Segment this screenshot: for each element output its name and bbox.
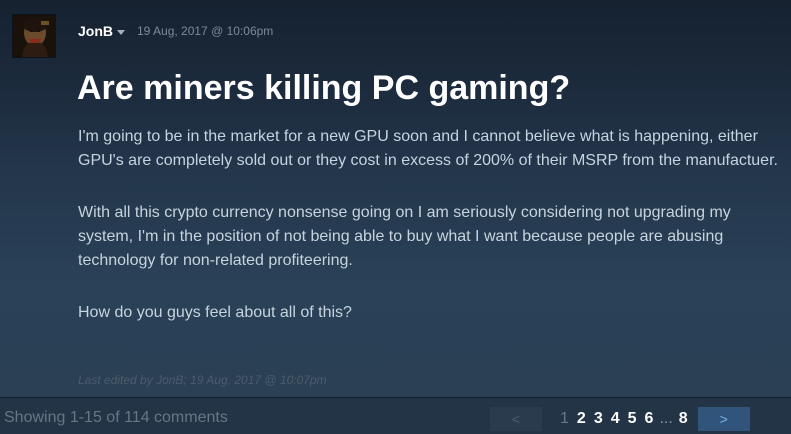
author-name[interactable]: JonB <box>78 23 113 39</box>
post-paragraph: I'm going to be in the market for a new … <box>78 128 778 169</box>
page-1: 1 <box>560 410 569 427</box>
last-edited-author: JonB <box>156 373 184 387</box>
last-edited-date: ; 19 Aug, 2017 @ 10:07pm <box>183 373 327 387</box>
post-author-row: JonB 19 Aug, 2017 @ 10:06pm <box>78 22 273 40</box>
page-ellipsis: ... <box>659 410 673 427</box>
caret-down-icon[interactable] <box>117 29 125 35</box>
pagination: < 1 2 3 4 5 6 ... 8 > <box>490 407 750 431</box>
page-numbers: 1 2 3 4 5 6 ... 8 <box>556 410 692 428</box>
page-6[interactable]: 6 <box>645 410 654 428</box>
page-3[interactable]: 3 <box>594 410 603 428</box>
next-label: > <box>719 411 728 427</box>
avatar-image <box>13 15 55 57</box>
post-paragraph: How do you guys feel about all of this? <box>78 304 352 321</box>
post-title: Are miners killing PC gaming? <box>77 69 571 107</box>
post-paragraph: With all this crypto currency nonsense g… <box>78 204 731 269</box>
next-page-button[interactable]: > <box>697 407 750 431</box>
page-2[interactable]: 2 <box>577 410 586 428</box>
comment-count: Showing 1-15 of 114 comments <box>4 409 228 426</box>
prev-label: < <box>511 411 521 427</box>
page-4[interactable]: 4 <box>611 410 620 428</box>
last-edited-note: Last edited by JonB; 19 Aug, 2017 @ 10:0… <box>78 373 327 387</box>
post-body: I'm going to be in the market for a new … <box>78 125 778 353</box>
last-edited-prefix: Last edited by <box>78 373 157 387</box>
page-5[interactable]: 5 <box>628 410 637 428</box>
post-date: 19 Aug, 2017 @ 10:06pm <box>137 24 274 38</box>
forum-post: JonB 19 Aug, 2017 @ 10:06pm Are miners k… <box>0 0 791 396</box>
prev-page-button[interactable]: < <box>490 407 542 431</box>
comments-footer: Showing 1-15 of 114 comments < 1 2 3 4 5… <box>0 398 791 434</box>
avatar[interactable] <box>12 14 56 58</box>
page-8[interactable]: 8 <box>679 410 688 428</box>
